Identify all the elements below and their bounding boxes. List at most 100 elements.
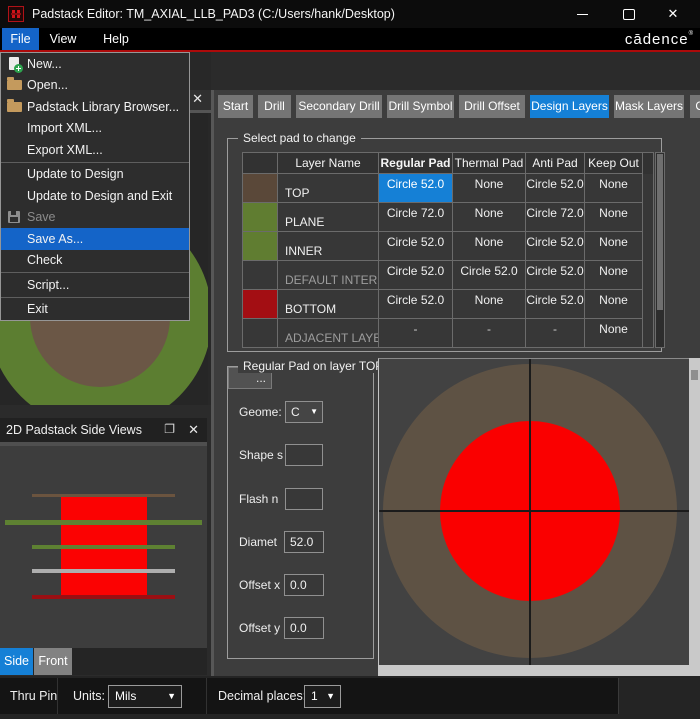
cell-regular-pad-selected[interactable]: Circle 52.0 <box>379 174 453 203</box>
layer-swatch-empty <box>243 319 278 348</box>
layer-name[interactable]: BOTTOM <box>278 290 379 319</box>
cell-thermal-pad[interactable]: None <box>453 232 526 261</box>
offset-y-input[interactable]: 0.0 <box>284 617 324 639</box>
close-button[interactable]: ✕ <box>657 0 689 28</box>
cell-thermal-pad[interactable]: None <box>453 174 526 203</box>
table-scrollbar[interactable] <box>655 152 665 348</box>
maximize-icon <box>623 9 635 20</box>
cell-thermal-pad[interactable]: - <box>453 319 526 348</box>
header-keep-out: Keep Out <box>585 153 643 174</box>
units-dropdown[interactable]: Mils▼ <box>108 685 182 708</box>
editor-panel: Start Drill Secondary Drill Drill Symbol… <box>214 90 700 676</box>
app-icon <box>8 6 24 22</box>
layer-swatch-bottom <box>243 290 278 319</box>
geometry-label: Geome: <box>239 401 282 423</box>
cell-regular-pad[interactable]: Circle 52.0 <box>379 290 453 319</box>
registered-mark: ® <box>689 31 694 37</box>
diameter-input[interactable]: 52.0 <box>284 531 324 553</box>
cell-anti-pad[interactable]: Circle 52.0 <box>526 261 585 290</box>
cell-anti-pad[interactable]: Circle 72.0 <box>526 203 585 232</box>
cell-keep-out[interactable]: None <box>585 174 643 203</box>
table-scrollbar-thumb[interactable] <box>657 154 663 310</box>
minimize-button[interactable] <box>566 0 598 28</box>
menu-view[interactable]: View <box>45 28 81 50</box>
menu-help[interactable]: Help <box>97 28 135 50</box>
cell-anti-pad[interactable]: - <box>526 319 585 348</box>
cell-anti-pad[interactable]: Circle 52.0 <box>526 232 585 261</box>
minimize-icon <box>577 14 588 15</box>
geometry-dropdown[interactable]: C▼ <box>285 401 323 423</box>
chevron-down-icon: ▼ <box>167 686 176 707</box>
menu-item-new[interactable]: New... <box>1 53 189 75</box>
close-icon: ✕ <box>668 6 679 22</box>
menu-item-exit[interactable]: Exit <box>1 299 189 321</box>
preview-vscroll-thumb[interactable] <box>691 370 698 380</box>
cell-anti-pad[interactable]: Circle 52.0 <box>526 174 585 203</box>
tab-options-clipped[interactable]: O <box>690 95 700 118</box>
views-panel-close-icon[interactable]: ✕ <box>192 91 203 107</box>
layer-name[interactable]: TOP <box>278 174 379 203</box>
preview-horizontal-scrollbar[interactable] <box>378 665 700 676</box>
shape-symbol-input[interactable] <box>285 444 323 466</box>
tab-secondary-drill[interactable]: Secondary Drill <box>296 95 382 118</box>
cell-regular-pad[interactable]: - <box>379 319 453 348</box>
crosshair-vertical <box>529 359 531 665</box>
menu-separator <box>1 297 189 298</box>
layer-name[interactable]: DEFAULT INTERNAL <box>278 261 379 290</box>
pad-preview-canvas[interactable] <box>378 358 689 665</box>
cell-thermal-pad[interactable]: None <box>453 203 526 232</box>
tab-drill-offset[interactable]: Drill Offset <box>459 95 525 118</box>
cell-keep-out[interactable]: None <box>585 290 643 319</box>
layer-swatch-inner <box>243 232 278 261</box>
layer-name[interactable]: PLANE <box>278 203 379 232</box>
menu-item-check[interactable]: Check <box>1 250 189 272</box>
cell-keep-out[interactable]: None <box>585 319 643 348</box>
statusbar-divider <box>57 678 58 714</box>
layer-swatch-plane <box>243 203 278 232</box>
side-views-close-icon[interactable]: ✕ <box>188 422 199 438</box>
select-pad-groupbox-label: Select pad to change <box>238 131 361 145</box>
cell-regular-pad[interactable]: Circle 52.0 <box>379 261 453 290</box>
side-view-plane-layer-bar <box>5 520 202 525</box>
cell-thermal-pad[interactable]: Circle 52.0 <box>453 261 526 290</box>
layer-name[interactable]: INNER <box>278 232 379 261</box>
menu-item-open[interactable]: Open... <box>1 75 189 97</box>
side-view-inner-layer-bar <box>32 545 175 549</box>
cell-keep-out[interactable]: None <box>585 232 643 261</box>
menu-item-padstack-library-browser[interactable]: Padstack Library Browser... <box>1 96 189 118</box>
menu-separator <box>1 162 189 163</box>
tab-design-layers[interactable]: Design Layers <box>530 95 609 118</box>
decimal-places-label: Decimal places: <box>218 678 306 714</box>
tab-start[interactable]: Start <box>218 95 253 118</box>
float-panel-icon[interactable]: ❐ <box>164 422 175 436</box>
menu-item-update-to-design-and-exit[interactable]: Update to Design and Exit <box>1 185 189 207</box>
cell-anti-pad[interactable]: Circle 52.0 <box>526 290 585 319</box>
cell-thermal-pad[interactable]: None <box>453 290 526 319</box>
statusbar: Thru Pin Units: Mils▼ Decimal places: 1▼ <box>0 676 700 719</box>
decimal-places-dropdown[interactable]: 1▼ <box>304 685 341 708</box>
chevron-down-icon: ▼ <box>326 686 335 707</box>
tab-drill[interactable]: Drill <box>258 95 291 118</box>
cell-regular-pad[interactable]: Circle 52.0 <box>379 232 453 261</box>
padstack-editor-window: Padstack Editor: TM_AXIAL_LLB_PAD3 (C:/U… <box>0 0 700 719</box>
menu-file[interactable]: File <box>2 28 39 50</box>
layer-name[interactable]: ADJACENT LAYER <box>278 319 379 348</box>
menu-item-script[interactable]: Script... <box>1 274 189 296</box>
preview-vertical-scrollbar[interactable] <box>689 358 700 676</box>
menu-item-import-xml[interactable]: Import XML... <box>1 118 189 140</box>
tab-side[interactable]: Side <box>0 648 33 675</box>
tab-front[interactable]: Front <box>34 648 72 675</box>
menu-item-save-as-highlighted[interactable]: Save As... <box>1 228 189 250</box>
menu-item-update-to-design[interactable]: Update to Design <box>1 164 189 186</box>
regular-pad-groupbox-label: Regular Pad on layer TOP <box>238 359 388 373</box>
offset-x-input[interactable]: 0.0 <box>284 574 324 596</box>
maximize-button[interactable] <box>613 0 645 28</box>
menu-item-export-xml[interactable]: Export XML... <box>1 139 189 161</box>
cell-keep-out[interactable]: None <box>585 261 643 290</box>
cell-keep-out[interactable]: None <box>585 203 643 232</box>
cell-regular-pad[interactable]: Circle 72.0 <box>379 203 453 232</box>
table-row-default-internal: DEFAULT INTERNAL Circle 52.0 Circle 52.0… <box>243 261 653 290</box>
flash-name-input[interactable] <box>285 488 323 510</box>
tab-drill-symbol[interactable]: Drill Symbol <box>387 95 454 118</box>
tab-mask-layers[interactable]: Mask Layers <box>614 95 684 118</box>
